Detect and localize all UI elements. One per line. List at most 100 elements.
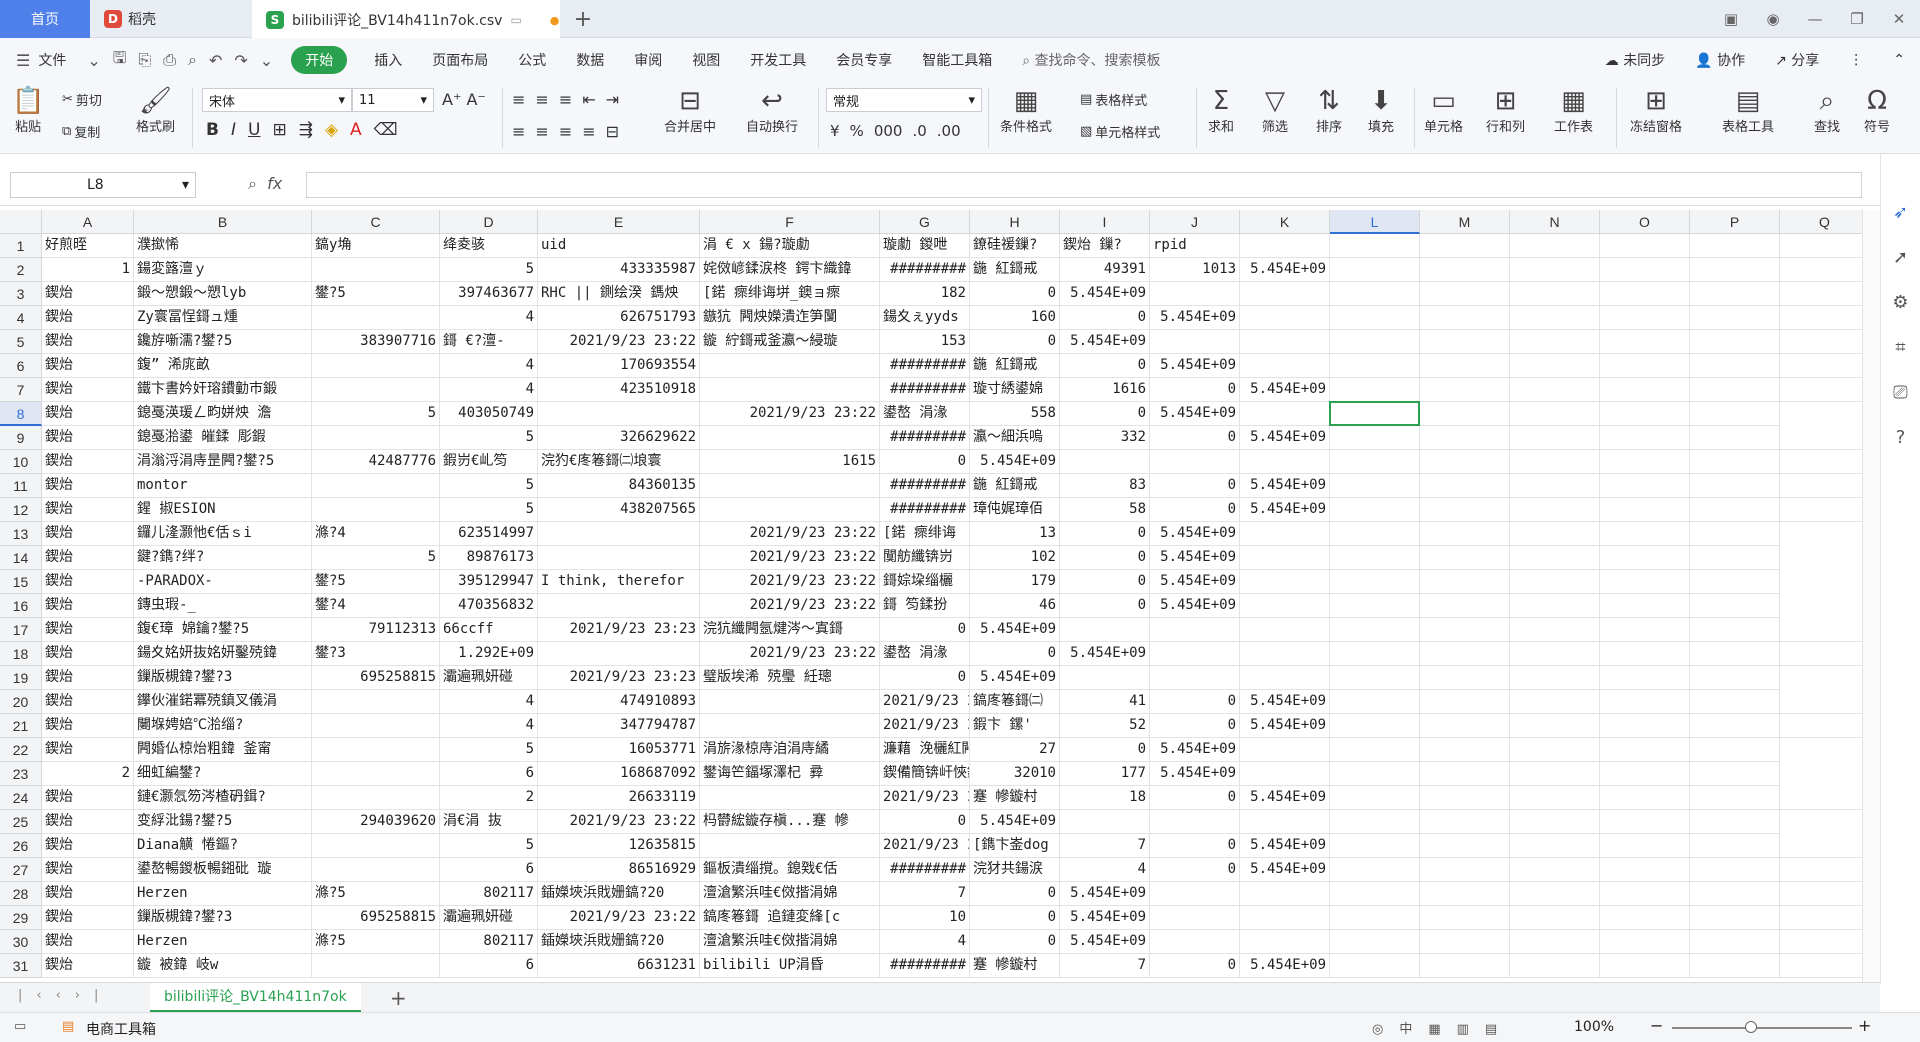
table-cell[interactable]: 2021/9/23 23:22 (880, 834, 970, 858)
table-cell[interactable]: 鍑” 浠庣畝 (134, 354, 312, 378)
table-cell[interactable]: 0 (970, 282, 1060, 306)
table-cell[interactable]: 5.454E+09 (1060, 330, 1150, 354)
table-cell[interactable] (1330, 594, 1420, 618)
table-cell[interactable] (1240, 570, 1330, 594)
rowcol-button[interactable]: ⊞ 行和列 (1486, 86, 1525, 135)
table-cell[interactable]: 0 (1150, 954, 1240, 978)
table-cell[interactable]: 鍥備簡锛屽悏鏋橋ぇ灏 (880, 762, 970, 786)
table-cell[interactable]: 鍥炲 (42, 450, 134, 474)
table-style-button[interactable]: ▤ 表格样式 (1080, 90, 1147, 109)
column-header[interactable]: I (1060, 210, 1150, 234)
table-cell[interactable] (1600, 834, 1690, 858)
table-cell[interactable]: 好煎晊 (42, 234, 134, 258)
table-cell[interactable] (312, 354, 440, 378)
table-cell[interactable]: 5.454E+09 (1060, 882, 1150, 906)
table-cell[interactable]: 鏄虫瑕-_ (134, 594, 312, 618)
table-cell[interactable]: ######### (880, 426, 970, 450)
table-cell[interactable]: 5.454E+09 (1150, 762, 1240, 786)
cursor-icon[interactable]: ➚ (1881, 247, 1920, 268)
table-cell[interactable] (1330, 786, 1420, 810)
align-bottom-icon[interactable]: ≡ (559, 90, 572, 109)
table-cell[interactable] (1600, 450, 1690, 474)
table-cell[interactable] (1240, 762, 1330, 786)
table-cell[interactable]: 鍥炲 (42, 282, 134, 306)
table-cell[interactable]: 2021/9/23 23:23 (538, 618, 700, 642)
table-cell[interactable]: 鍦 紅鎶戒 (970, 474, 1060, 498)
backup-icon[interactable]: ⎚ (1881, 382, 1920, 403)
table-cell[interactable] (1510, 810, 1600, 834)
strike-icon[interactable]: ⇶ (299, 120, 313, 140)
table-cell[interactable]: 6631231 (538, 954, 700, 978)
table-cell[interactable] (1420, 786, 1510, 810)
table-cell[interactable]: 鐢诲笀鍢塚澤杞 彛 (700, 762, 880, 786)
table-cell[interactable] (1240, 882, 1330, 906)
table-cell[interactable]: 5.454E+09 (1240, 834, 1330, 858)
column-header[interactable]: D (440, 210, 538, 234)
table-cell[interactable]: 802117 (440, 882, 538, 906)
menu-view[interactable]: 视图 (677, 50, 735, 70)
align-middle-icon[interactable]: ≡ (535, 90, 548, 109)
align-center-icon[interactable]: ≡ (535, 122, 548, 141)
table-cell[interactable]: 1616 (1060, 378, 1150, 402)
clear-icon[interactable]: ⌫ (374, 120, 398, 140)
distribute-icon[interactable]: ⊟ (606, 122, 619, 141)
table-cell[interactable]: 5 (440, 738, 538, 762)
table-cell[interactable]: uid (538, 234, 700, 258)
table-cell[interactable]: 澶滄繁浜哇€傚揩涓婂 (700, 882, 880, 906)
currency-icon[interactable]: ¥ (830, 122, 840, 140)
table-cell[interactable] (1420, 354, 1510, 378)
table-cell[interactable] (1600, 858, 1690, 882)
table-cell[interactable]: 璇寸綉鍙婂 (970, 378, 1060, 402)
table-cell[interactable]: 42487776 (312, 450, 440, 474)
table-cell[interactable] (1690, 546, 1780, 570)
table-cell[interactable]: [鐫卞崟dog (970, 834, 1060, 858)
table-cell[interactable] (1690, 954, 1780, 978)
table-cell[interactable]: ######### (880, 378, 970, 402)
row-header[interactable]: 17 (0, 618, 42, 642)
table-cell[interactable]: 0 (1060, 306, 1150, 330)
table-cell[interactable] (1420, 426, 1510, 450)
table-cell[interactable] (1600, 570, 1690, 594)
table-cell[interactable]: 鎴戞湁鍙 皠鍒 彫鍜 (134, 426, 312, 450)
print-icon[interactable]: ⎙ (157, 50, 182, 70)
table-cell[interactable]: 滌?5 (312, 882, 440, 906)
table-cell[interactable] (1600, 690, 1690, 714)
cell-button[interactable]: ▭ 单元格 (1424, 86, 1463, 135)
table-cell[interactable] (1780, 882, 1870, 906)
table-cell[interactable]: 鐢?3 (312, 642, 440, 666)
table-cell[interactable]: 102 (970, 546, 1060, 570)
table-cell[interactable] (1330, 378, 1420, 402)
table-cell[interactable] (1780, 426, 1870, 450)
row-header[interactable]: 29 (0, 906, 42, 930)
table-cell[interactable] (1690, 882, 1780, 906)
table-cell[interactable] (1330, 738, 1420, 762)
table-cell[interactable] (1780, 378, 1870, 402)
table-cell[interactable]: 2021/9/23 23:22 (700, 570, 880, 594)
table-cell[interactable] (538, 522, 700, 546)
hamburger-icon[interactable]: ☰ (10, 51, 36, 70)
table-cell[interactable]: 558 (970, 402, 1060, 426)
table-cell[interactable] (1420, 618, 1510, 642)
table-cell[interactable] (1690, 618, 1780, 642)
row-header[interactable]: 10 (0, 450, 42, 474)
table-cell[interactable] (1240, 402, 1330, 426)
table-cell[interactable]: 1 (42, 258, 134, 282)
table-cell[interactable]: 5.454E+09 (1150, 354, 1240, 378)
table-cell[interactable]: 鍥炲 (42, 474, 134, 498)
table-cell[interactable]: 鏈€灏忥笏涔楂砃鍓? (134, 786, 312, 810)
table-cell[interactable]: 鐢?4 (312, 594, 440, 618)
table-cell[interactable] (1240, 330, 1330, 354)
font-grow-icon[interactable]: A⁺ A⁻ (442, 90, 486, 109)
table-cell[interactable]: 5.454E+09 (1060, 930, 1150, 954)
table-cell[interactable]: 鍥炲 (42, 570, 134, 594)
table-cell[interactable] (1600, 378, 1690, 402)
table-cell[interactable]: 160 (970, 306, 1060, 330)
add-sheet-button[interactable]: + (390, 986, 407, 1010)
table-cell[interactable] (1600, 642, 1690, 666)
row-header[interactable]: 25 (0, 810, 42, 834)
symbol-button[interactable]: Ω 符号 (1864, 86, 1890, 135)
table-cell[interactable]: 5.454E+09 (1240, 426, 1330, 450)
table-cell[interactable] (1060, 618, 1150, 642)
table-cell[interactable]: 695258815 (312, 906, 440, 930)
table-cell[interactable] (1690, 762, 1780, 786)
